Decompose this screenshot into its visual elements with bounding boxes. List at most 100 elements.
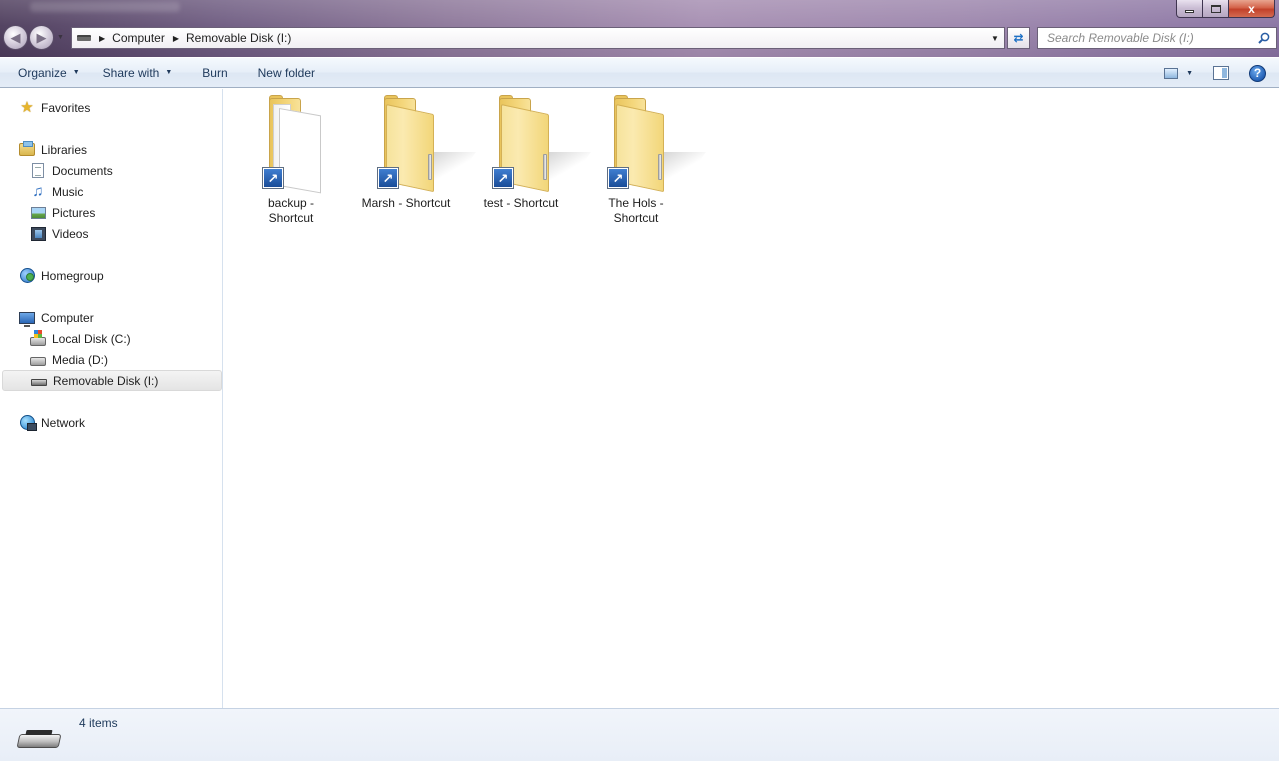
sidebar-item-label: Libraries: [41, 143, 87, 157]
recent-pages-dropdown[interactable]: ▼: [57, 34, 64, 41]
sidebar-item-label: Videos: [52, 227, 88, 241]
sidebar-item-label: Documents: [52, 164, 113, 178]
change-view-icon[interactable]: [1164, 68, 1178, 79]
new-folder-button[interactable]: New folder: [249, 62, 324, 84]
sidebar-item-media-d[interactable]: Media (D:): [30, 349, 108, 370]
sidebar-item-videos[interactable]: Videos: [30, 223, 88, 244]
navigation-buttons: ◀ ▶ ▼: [3, 25, 64, 50]
new-folder-label: New folder: [258, 66, 315, 80]
window-title: [30, 2, 180, 12]
shortcut-arrow-icon: ↗: [492, 167, 514, 189]
removable-drive-icon: [16, 728, 62, 752]
minimize-icon: [1185, 10, 1194, 13]
sidebar-item-label: Favorites: [41, 101, 90, 115]
close-button[interactable]: x: [1229, 0, 1275, 18]
close-icon: x: [1248, 2, 1255, 16]
title-bar: x ◀ ▶ ▼ ▶ Computer ▶ Removable Disk (I:)…: [0, 0, 1279, 57]
organize-button[interactable]: Organize ▼: [9, 62, 89, 84]
address-history-dropdown[interactable]: ▼: [986, 28, 1004, 48]
refresh-icon: ⇄: [1013, 31, 1023, 45]
sidebar-item-music[interactable]: ♫ Music: [30, 181, 83, 202]
removable-drive-icon: [77, 35, 91, 41]
music-icon: ♫: [32, 184, 43, 199]
command-bar: Organize ▼ Share with ▼ Burn New folder ▼ …: [0, 57, 1279, 88]
sidebar-item-computer[interactable]: Computer: [19, 307, 94, 328]
minimize-button[interactable]: [1176, 0, 1203, 18]
sidebar-item-local-disk-c[interactable]: Local Disk (C:): [30, 328, 131, 349]
file-item-marsh-shortcut[interactable]: ↗ Marsh - Shortcut: [351, 96, 461, 226]
folder-icon: ↗: [358, 96, 454, 192]
network-icon: [20, 415, 35, 430]
sidebar-item-label: Pictures: [52, 206, 95, 220]
forward-button[interactable]: ▶: [29, 25, 54, 50]
file-item-backup-shortcut[interactable]: ↗ backup - Shortcut: [236, 96, 346, 226]
window-controls: x: [1176, 0, 1275, 18]
sidebar-item-documents[interactable]: Documents: [30, 160, 113, 181]
shortcut-arrow-icon: ↗: [377, 167, 399, 189]
breadcrumb-removable-disk[interactable]: Removable Disk (I:): [186, 31, 291, 45]
folder-icon: ↗: [473, 96, 569, 192]
organize-label: Organize: [18, 66, 67, 80]
hard-disk-icon: [30, 357, 46, 366]
search-icon[interactable]: [1258, 32, 1270, 44]
search-input[interactable]: [1045, 30, 1250, 46]
sidebar-item-label: Computer: [41, 311, 94, 325]
videos-icon: [31, 227, 46, 241]
sidebar-item-homegroup[interactable]: Homegroup: [19, 265, 104, 286]
file-name: test - Shortcut: [469, 196, 573, 211]
details-pane: 4 items: [0, 708, 1279, 761]
shortcut-arrow-icon: ↗: [607, 167, 629, 189]
back-button[interactable]: ◀: [3, 25, 28, 50]
documents-icon: [32, 163, 44, 178]
view-controls: ▼ ?: [1164, 58, 1279, 88]
chevron-down-icon[interactable]: ▼: [1186, 70, 1193, 77]
folder-with-documents-icon: ↗: [243, 96, 339, 192]
forward-arrow-icon: ▶: [37, 30, 47, 46]
sidebar-item-label: Network: [41, 416, 85, 430]
folder-icon: ↗: [588, 96, 684, 192]
sidebar-item-label: Removable Disk (I:): [53, 374, 158, 388]
file-item-the-hols-shortcut[interactable]: ↗ The Hols - Shortcut: [581, 96, 691, 226]
sidebar-item-label: Music: [52, 185, 83, 199]
search-box[interactable]: [1037, 27, 1277, 49]
sidebar-item-pictures[interactable]: Pictures: [30, 202, 95, 223]
share-with-button[interactable]: Share with ▼: [94, 62, 182, 84]
back-arrow-icon: ◀: [11, 30, 21, 46]
file-name: The Hols - Shortcut: [584, 196, 688, 226]
sidebar-item-favorites[interactable]: ★ Favorites: [19, 97, 90, 118]
breadcrumb-separator-icon[interactable]: ▶: [173, 34, 179, 43]
address-bar[interactable]: ▶ Computer ▶ Removable Disk (I:) ▼: [71, 27, 1005, 49]
sidebar-item-libraries[interactable]: Libraries: [19, 139, 87, 160]
removable-drive-icon: [31, 379, 47, 386]
computer-icon: [19, 312, 35, 324]
refresh-button[interactable]: ⇄: [1007, 27, 1030, 49]
homegroup-icon: [20, 268, 35, 283]
burn-button[interactable]: Burn: [193, 62, 236, 84]
shortcut-arrow-icon: ↗: [262, 167, 284, 189]
maximize-icon: [1211, 5, 1221, 13]
share-with-label: Share with: [103, 66, 160, 80]
burn-label: Burn: [202, 66, 227, 80]
libraries-icon: [19, 143, 35, 156]
sidebar-item-removable-disk-i[interactable]: Removable Disk (I:): [2, 370, 222, 391]
sidebar-item-network[interactable]: Network: [19, 412, 85, 433]
breadcrumb-computer[interactable]: Computer: [112, 31, 165, 45]
pictures-icon: [31, 207, 46, 219]
file-item-test-shortcut[interactable]: ↗ test - Shortcut: [466, 96, 576, 226]
navigation-pane: ★ Favorites Libraries Documents ♫ Music …: [0, 89, 223, 708]
chevron-down-icon: ▼: [165, 69, 172, 76]
file-name: Marsh - Shortcut: [354, 196, 458, 211]
local-disk-icon: [30, 337, 46, 346]
breadcrumb-separator-icon[interactable]: ▶: [99, 34, 105, 43]
chevron-down-icon: ▼: [991, 34, 999, 43]
file-name: backup - Shortcut: [239, 196, 343, 226]
item-count: 4 items: [79, 716, 118, 730]
file-list[interactable]: ↗ backup - Shortcut ↗ Marsh - Shortcut ↗: [224, 89, 1279, 708]
sidebar-item-label: Homegroup: [41, 269, 104, 283]
chevron-down-icon: ▼: [73, 69, 80, 76]
sidebar-item-label: Media (D:): [52, 353, 108, 367]
preview-pane-icon[interactable]: [1213, 66, 1229, 80]
maximize-button[interactable]: [1203, 0, 1229, 18]
help-icon[interactable]: ?: [1249, 65, 1266, 82]
sidebar-item-label: Local Disk (C:): [52, 332, 131, 346]
